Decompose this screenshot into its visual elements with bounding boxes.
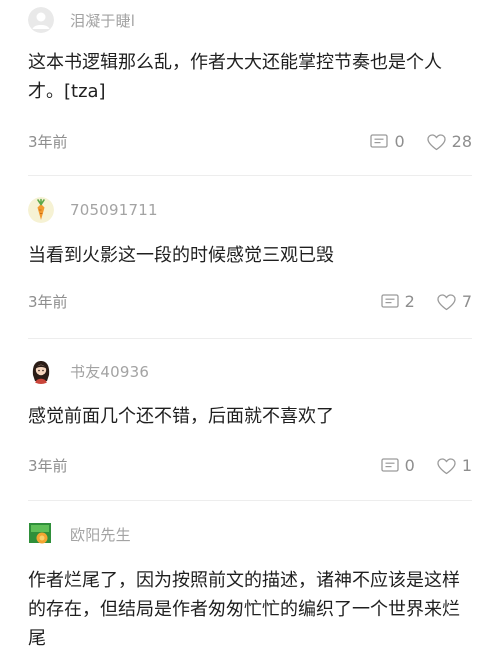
comment-actions: 2 7 [380, 291, 472, 313]
comment-feed: 泪凝于睫l 这本书逻辑那么乱，作者大大还能掌控节奏也是个人才。[tza] 3年前… [0, 0, 500, 657]
comment-text: 作者烂尾了，因为按照前文的描述，诸神不应该是这样的存在，但结局是作者匆匆忙忙的编… [28, 570, 460, 649]
comment-meta: 3年前 0 28 [28, 131, 472, 153]
carrot-avatar-icon[interactable] [28, 197, 54, 223]
comment-actions: 0 28 [370, 131, 472, 153]
divider [28, 338, 472, 339]
comment-user[interactable]: 泪凝于睫l [28, 7, 135, 33]
divider [28, 500, 472, 501]
like-count: 28 [451, 132, 472, 151]
reply-button[interactable]: 2 [380, 291, 415, 313]
heart-icon [426, 133, 446, 150]
comment-time: 3年前 [28, 133, 68, 151]
username[interactable]: 705091711 [70, 201, 158, 219]
comment-user[interactable]: 欧阳先生 [28, 521, 131, 547]
like-button[interactable]: 1 [437, 455, 472, 477]
reply-count: 0 [404, 456, 415, 475]
username[interactable]: 欧阳先生 [70, 524, 131, 545]
comment-text: 当看到火影这一段的时候感觉三观已毁 [28, 245, 334, 266]
reply-button[interactable]: 0 [370, 131, 405, 153]
default-avatar-icon[interactable] [28, 7, 54, 33]
like-count: 7 [461, 292, 472, 311]
like-count: 1 [461, 456, 472, 475]
reply-button[interactable]: 0 [380, 455, 415, 477]
comment-user[interactable]: 705091711 [28, 197, 158, 223]
reply-icon [370, 134, 389, 148]
divider [28, 175, 472, 176]
comment-text: 感觉前面几个还不错，后面就不喜欢了 [28, 406, 334, 427]
comment-meta: 3年前 0 1 [28, 455, 472, 477]
comment-text: 这本书逻辑那么乱，作者大大还能掌控节奏也是个人才。[tza] [28, 52, 442, 102]
reply-count: 2 [404, 292, 415, 311]
girl-avatar-icon[interactable] [28, 358, 54, 384]
like-button[interactable]: 28 [426, 131, 472, 153]
green-badge-avatar-icon[interactable] [28, 521, 54, 547]
heart-icon [437, 293, 456, 310]
reply-icon [380, 294, 399, 308]
reply-count: 0 [394, 132, 405, 151]
comment-user[interactable]: 书友40936 [28, 358, 149, 384]
username[interactable]: 书友40936 [70, 361, 149, 382]
reply-icon [380, 458, 399, 472]
comment-time: 3年前 [28, 293, 68, 311]
username[interactable]: 泪凝于睫l [70, 10, 135, 31]
comment-time: 3年前 [28, 457, 68, 475]
comment-actions: 0 1 [380, 455, 472, 477]
heart-icon [437, 457, 456, 474]
comment-meta: 3年前 2 7 [28, 291, 472, 313]
like-button[interactable]: 7 [437, 291, 472, 313]
